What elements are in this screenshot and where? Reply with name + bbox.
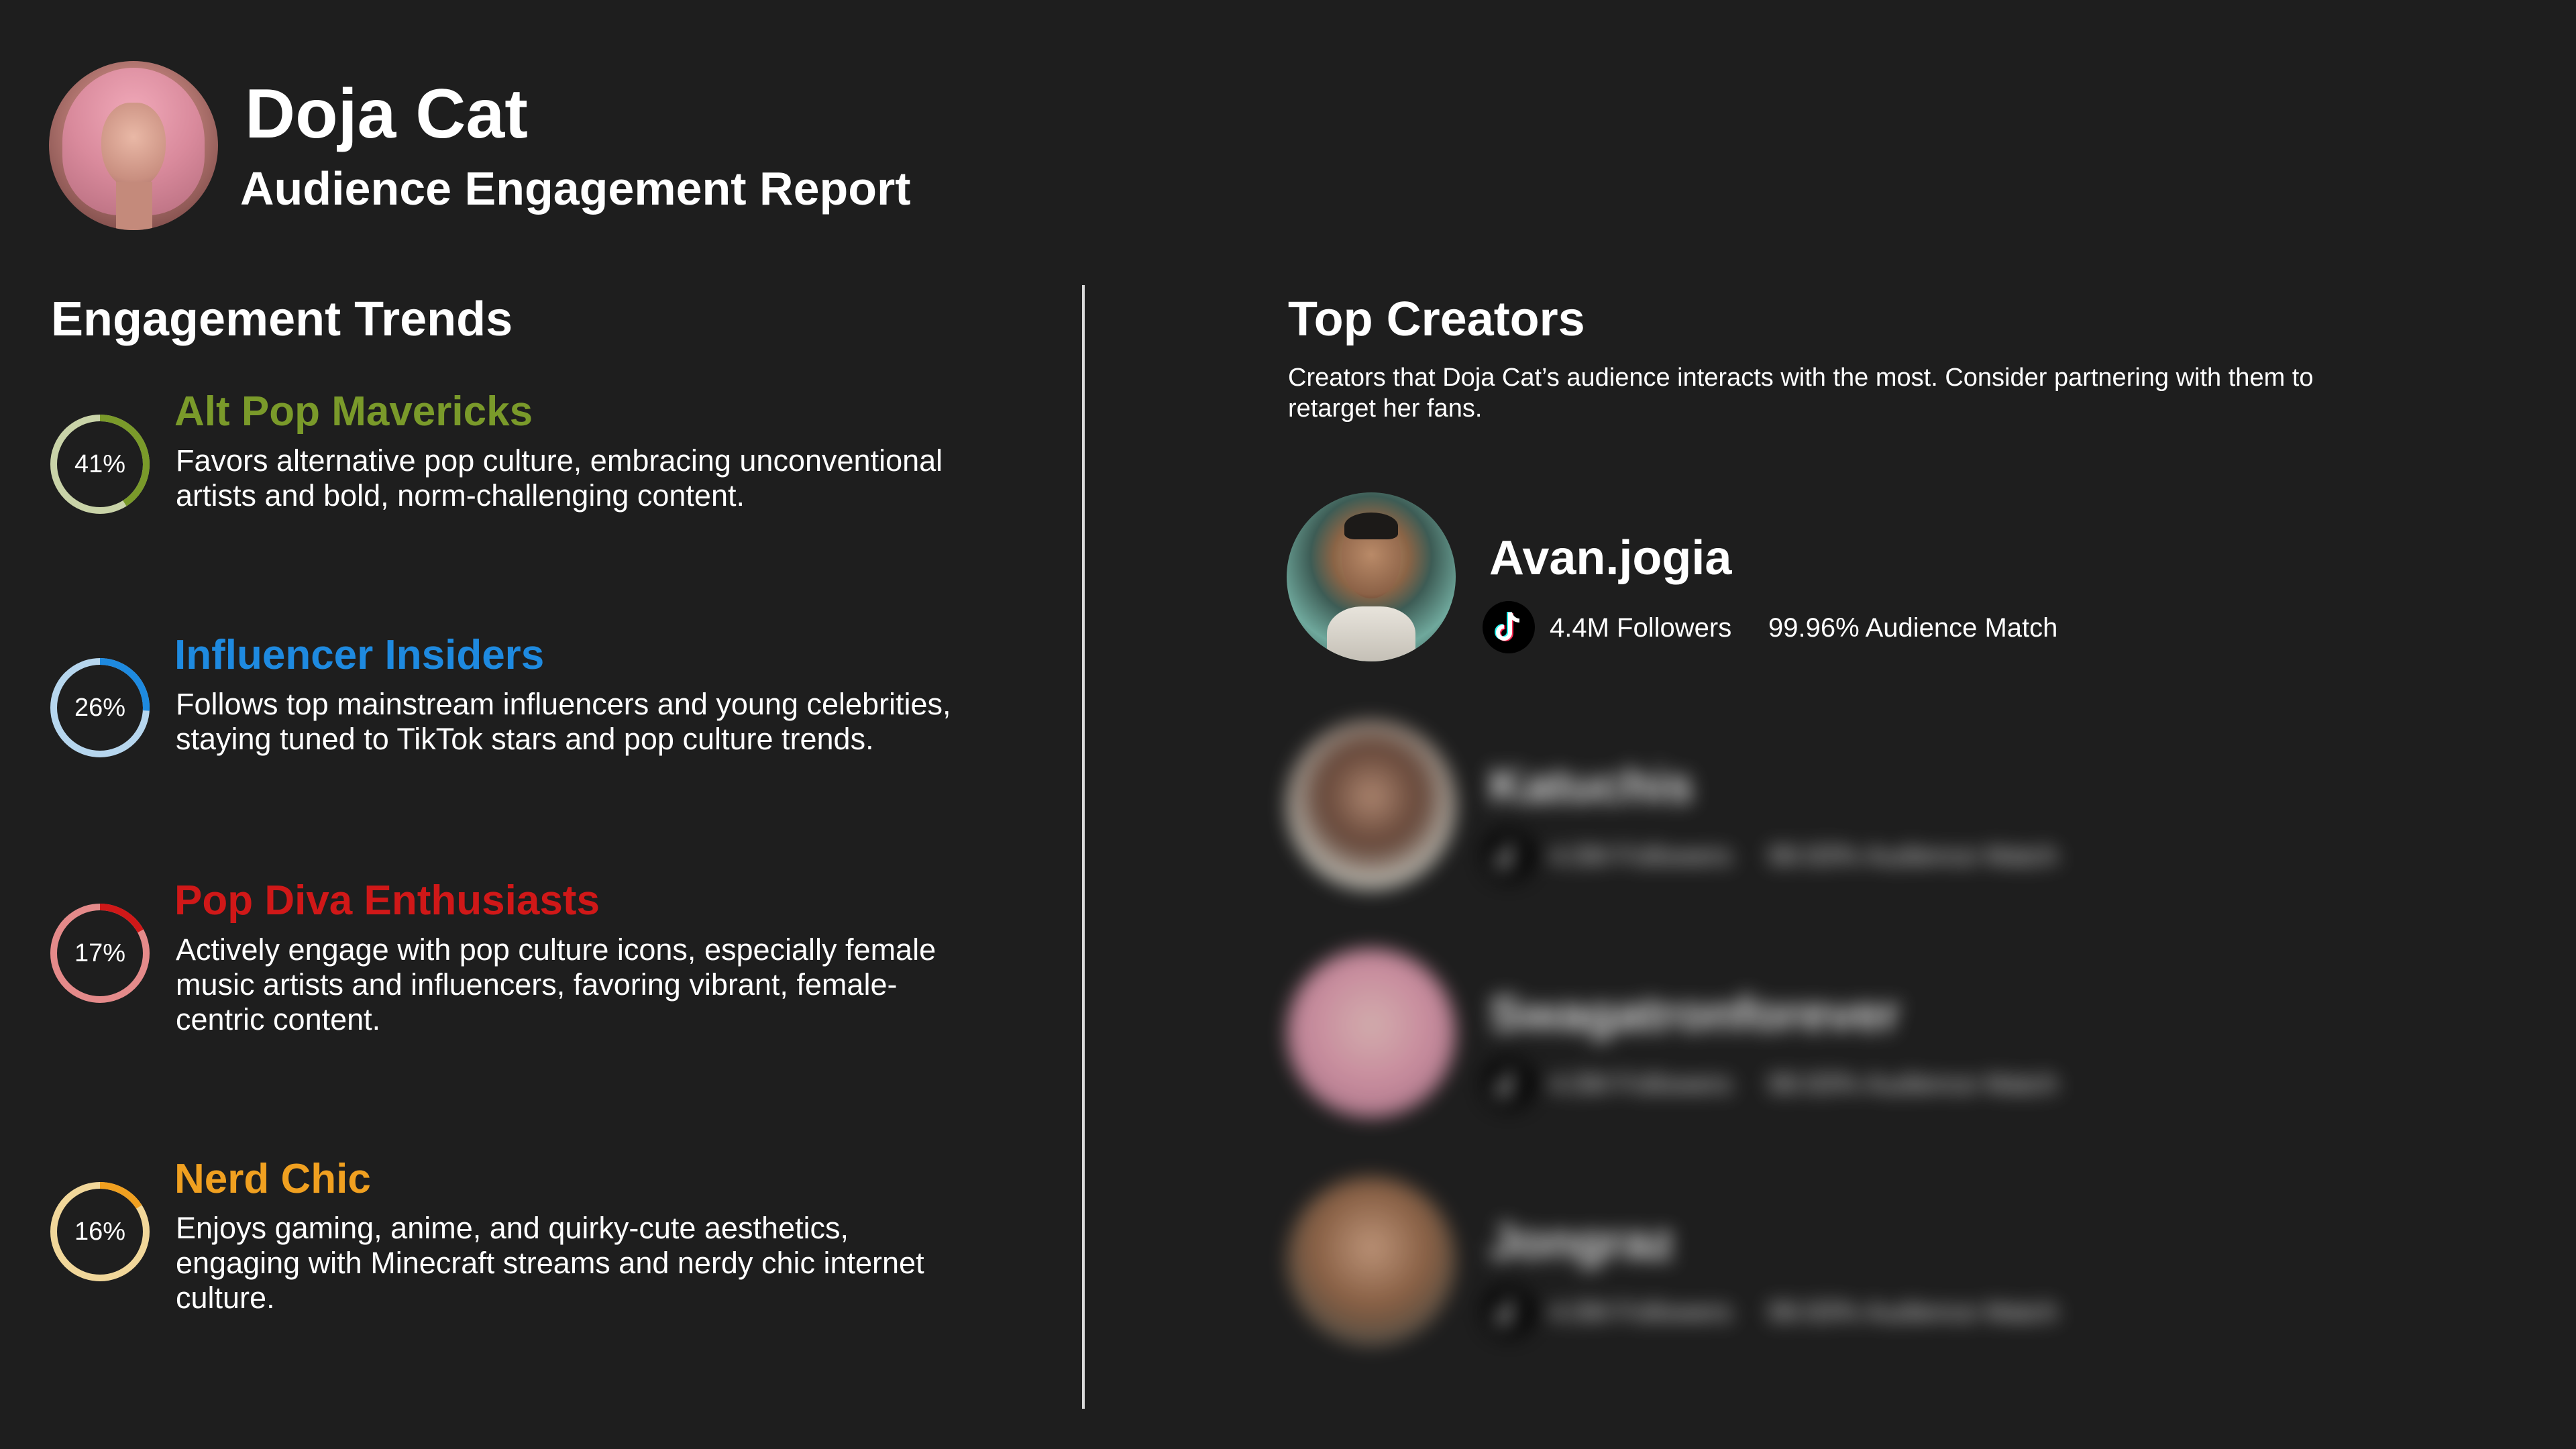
trend-item-nerd-chic: 16% Nerd Chic Enjoys gaming, anime, and …: [47, 1159, 946, 1333]
creator-name: Swagatronforever: [1489, 987, 1900, 1041]
trend-description: Actively engage with pop culture icons, …: [176, 932, 936, 1036]
trend-description: Follows top mainstream influencers and y…: [176, 687, 951, 756]
creator-avatar: [1287, 949, 1456, 1118]
artist-name: Doja Cat: [245, 75, 528, 153]
tiktok-icon: [1483, 1285, 1535, 1338]
engagement-trends-title: Engagement Trends: [51, 292, 513, 346]
top-creators-title: Top Creators: [1288, 292, 1585, 346]
creator-avatar: [1287, 492, 1456, 661]
trend-percent-label: 16%: [74, 1217, 126, 1246]
tiktok-icon: [1483, 829, 1535, 881]
creator-avatar: [1287, 1177, 1456, 1346]
trend-percent-ring: 41%: [47, 411, 153, 517]
trend-percent-ring: 16%: [47, 1179, 153, 1285]
creator-audience-match: 99.93% Audience Match: [1768, 841, 2058, 871]
creator-card-avan-jogia[interactable]: Avan.jogia 4.4M Followers 99.96% Audienc…: [1287, 492, 2159, 667]
creator-followers: 4.4M Followers: [1550, 613, 1732, 643]
trend-percent-ring: 17%: [47, 900, 153, 1006]
report-page: Doja Cat Audience Engagement Report Enga…: [0, 0, 2576, 1449]
trend-item-alt-pop-mavericks: 41% Alt Pop Mavericks Favors alternative…: [47, 391, 946, 566]
trend-name: Alt Pop Mavericks: [174, 388, 533, 435]
trend-name: Pop Diva Enthusiasts: [174, 877, 600, 924]
creator-card-blurred-3[interactable]: Jongraz 4.0M Followers 99.93% Audience M…: [1287, 1177, 2159, 1351]
trend-description: Favors alternative pop culture, embracin…: [176, 443, 943, 513]
trend-percent-ring: 26%: [47, 655, 153, 761]
creator-name: Avan.jogia: [1489, 531, 1732, 585]
creator-name: Katuchis: [1489, 759, 1694, 813]
creator-followers: 4.0M Followers: [1550, 841, 1732, 871]
creator-followers: 4.0M Followers: [1550, 1069, 1732, 1099]
top-creators-description: Creators that Doja Cat’s audience intera…: [1288, 364, 2314, 423]
trend-percent-label: 17%: [74, 938, 126, 967]
tiktok-icon: [1483, 1057, 1535, 1110]
tiktok-icon: [1483, 601, 1535, 653]
trend-percent-label: 41%: [74, 449, 126, 478]
creator-name: Jongraz: [1489, 1216, 1675, 1269]
trend-description: Enjoys gaming, anime, and quirky-cute ae…: [176, 1211, 924, 1315]
creator-audience-match: 99.93% Audience Match: [1768, 1297, 2058, 1327]
artist-avatar: [49, 61, 218, 230]
creator-card-blurred-1[interactable]: Katuchis 4.0M Followers 99.93% Audience …: [1287, 720, 2159, 895]
trend-percent-label: 26%: [74, 693, 126, 722]
creator-card-blurred-2[interactable]: Swagatronforever 4.0M Followers 99.93% A…: [1287, 949, 2159, 1123]
trend-item-pop-diva-enthusiasts: 17% Pop Diva Enthusiasts Actively engage…: [47, 880, 946, 1055]
creator-followers: 4.0M Followers: [1550, 1297, 1732, 1327]
creator-audience-match: 99.96% Audience Match: [1768, 613, 2058, 643]
trend-item-influencer-insiders: 26% Influencer Insiders Follows top main…: [47, 632, 951, 809]
creator-audience-match: 99.93% Audience Match: [1768, 1069, 2058, 1099]
creator-avatar: [1287, 720, 1456, 890]
trend-name: Influencer Insiders: [174, 632, 545, 678]
trend-name: Nerd Chic: [174, 1156, 371, 1202]
column-divider: [1082, 285, 1085, 1409]
report-subtitle: Audience Engagement Report: [240, 162, 911, 215]
